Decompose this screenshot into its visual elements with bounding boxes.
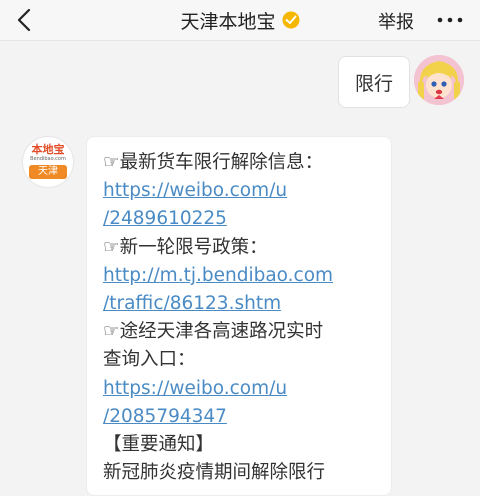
message-line: 查询入口： bbox=[103, 349, 196, 371]
cartoon-girl-avatar-icon bbox=[414, 55, 464, 105]
top-nav-bar: 天津本地宝 举报 bbox=[0, 0, 480, 41]
more-dots-icon[interactable] bbox=[434, 10, 466, 30]
bot-logo-city: 天津 bbox=[29, 165, 67, 179]
highway-link-continued[interactable]: /2085794347 bbox=[103, 403, 391, 431]
report-button[interactable]: 举报 bbox=[378, 8, 414, 34]
bot-logo-subtitle: Bendibao.com bbox=[30, 156, 66, 162]
user-message-text: 限行 bbox=[354, 72, 393, 95]
message-line: 新冠肺炎疫情期间解除限行 bbox=[103, 462, 326, 484]
verified-badge-icon bbox=[282, 11, 299, 29]
weibo-link-continued[interactable]: /2489610225 bbox=[103, 205, 391, 233]
message-line: ☞最新货车限行解除信息： bbox=[103, 152, 324, 173]
policy-link[interactable]: http://m.tj.bendibao.com bbox=[103, 262, 391, 290]
message-line: ☞新一轮限号政策： bbox=[103, 236, 268, 258]
page-title: 天津本地宝 bbox=[180, 10, 276, 33]
user-message-bubble[interactable]: 限行 bbox=[337, 56, 410, 108]
policy-link-continued[interactable]: /traffic/86123.shtm bbox=[103, 290, 391, 318]
message-line: ☞途经天津各高速路况实时 bbox=[103, 321, 324, 343]
bot-message-bubble: ☞最新货车限行解除信息： https://weibo.com/u /248961… bbox=[86, 136, 392, 496]
chevron-left-icon[interactable] bbox=[12, 6, 40, 34]
weibo-link[interactable]: https://weibo.com/u bbox=[103, 177, 391, 205]
user-avatar[interactable] bbox=[414, 55, 464, 105]
bot-avatar[interactable]: 本地宝 Bendibao.com 天津 bbox=[22, 136, 74, 188]
highway-link[interactable]: https://weibo.com/u bbox=[103, 375, 391, 403]
bot-logo-text: 本地宝 bbox=[31, 143, 65, 156]
notice-heading: 【重要通知】 bbox=[103, 434, 215, 456]
